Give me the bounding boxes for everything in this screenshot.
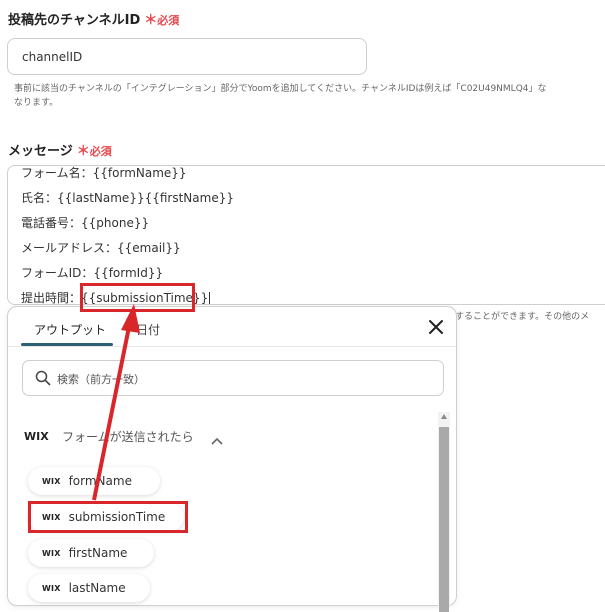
annotation-arrow xyxy=(92,304,140,501)
